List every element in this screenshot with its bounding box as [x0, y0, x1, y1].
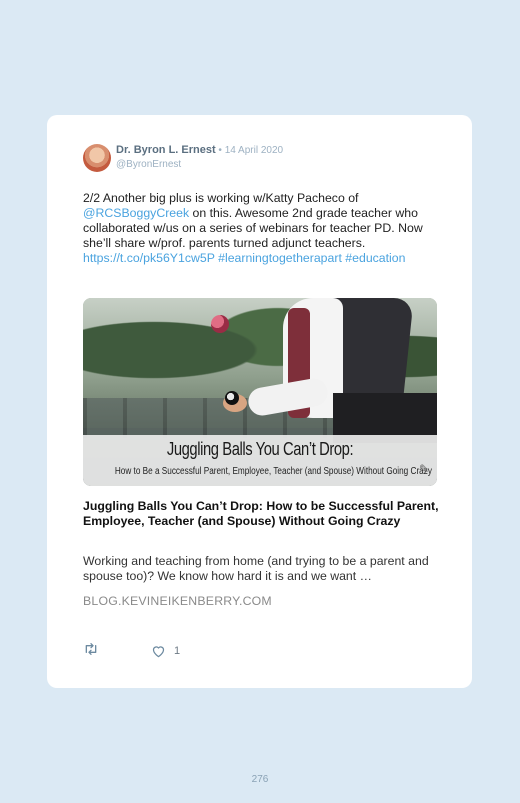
link-card-title[interactable]: Juggling Balls You Can’t Drop: How to be… [83, 499, 443, 529]
tweet-text-part1: 2/2 Another big plus is working w/Katty … [83, 191, 359, 205]
author-handle[interactable]: @ByronErnest [116, 159, 181, 170]
tweet-date[interactable]: 14 April 2020 [225, 145, 283, 156]
url-link[interactable]: https://t.co/pk56Y1cw5P [83, 251, 215, 265]
heart-icon [152, 646, 165, 658]
image-subtitle: How to Be a Successful Parent, Employee,… [114, 466, 432, 477]
link-card-description: Working and teaching from home (and tryi… [83, 554, 429, 583]
author-avatar[interactable] [83, 144, 111, 172]
juggling-ball-icon [225, 391, 239, 405]
tweet-card: Dr. Byron L. Ernest • 14 April 2020 @Byr… [47, 115, 472, 688]
like-count: 1 [174, 645, 181, 657]
tweet-actions: 1 [83, 642, 180, 661]
retweet-icon [85, 642, 97, 655]
retweet-button[interactable] [83, 642, 99, 661]
author-line: Dr. Byron L. Ernest • 14 April 2020 [116, 144, 283, 156]
link-preview-image[interactable]: Juggling Balls You Can’t Drop: How to Be… [83, 298, 437, 486]
tweet-text: 2/2 Another big plus is working w/Katty … [83, 191, 433, 266]
mention-link[interactable]: @RCSBoggyCreek [83, 206, 189, 220]
date-separator: • [215, 145, 225, 156]
hashtag-link-1[interactable]: #learningtogetherapart [218, 251, 342, 265]
image-caption-band: Juggling Balls You Can’t Drop: How to Be… [83, 435, 437, 486]
hashtag-link-2[interactable]: #education [345, 251, 405, 265]
link-card-domain[interactable]: BLOG.KEVINEIKENBERRY.COM [83, 594, 272, 608]
juggling-ball-icon [211, 315, 229, 333]
author-name[interactable]: Dr. Byron L. Ernest [116, 144, 216, 156]
pen-icon: ✎ [418, 462, 429, 476]
like-button[interactable]: 1 [151, 644, 180, 658]
image-title: Juggling Balls You Can’t Drop: [166, 439, 354, 459]
page-number: 276 [251, 774, 269, 785]
